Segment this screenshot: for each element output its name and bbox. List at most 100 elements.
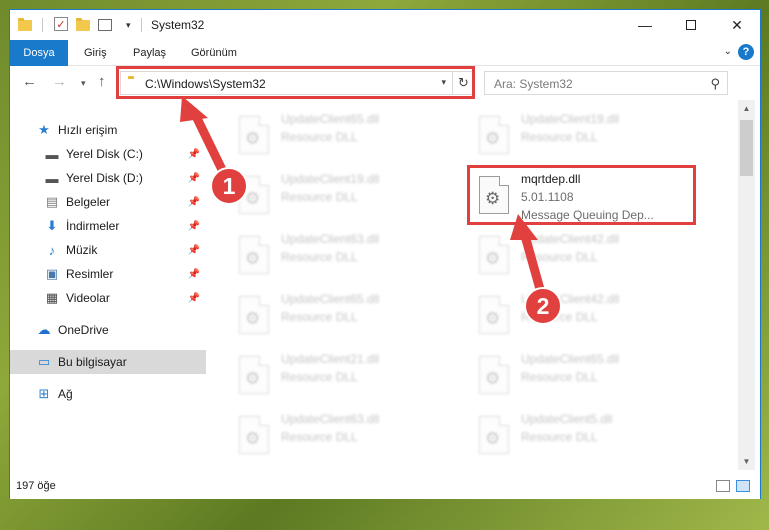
file-type: Resource DLL <box>281 370 358 384</box>
expand-ribbon-icon[interactable]: ⌄ <box>724 46 732 57</box>
sidebar-item-pictures[interactable]: ▣ Resimler 📌 <box>10 262 206 286</box>
status-bar: 197 öğe <box>10 472 760 499</box>
pin-icon[interactable]: 📌 <box>188 221 200 232</box>
file-item[interactable]: ⚙ UpdateClient19.dll Resource DLL <box>471 108 691 164</box>
file-item[interactable]: ⚙ UpdateClient65.dll Resource DLL <box>231 288 451 344</box>
dll-file-icon: ⚙ <box>233 296 273 340</box>
dll-file-icon: ⚙ <box>473 296 513 340</box>
sidebar-item-documents[interactable]: ▤ Belgeler 📌 <box>10 190 206 214</box>
sidebar-item-music[interactable]: ♪ Müzik 📌 <box>10 238 206 262</box>
file-name: UpdateClient19.dll <box>281 172 380 186</box>
sidebar-item-label: Ağ <box>58 387 73 401</box>
file-item[interactable]: ⚙ UpdateClient63.dll Resource DLL <box>231 228 451 284</box>
download-icon: ⬇ <box>46 218 58 233</box>
sidebar-item-downloads[interactable]: ⬇ İndirmeler 📌 <box>10 214 206 238</box>
pin-icon[interactable]: 📌 <box>188 269 200 280</box>
sidebar-item-videos[interactable]: ▦ Videolar 📌 <box>10 286 206 310</box>
properties-icon[interactable] <box>98 19 112 31</box>
pin-icon[interactable]: 📌 <box>188 293 200 304</box>
file-name: UpdateClient65.dll <box>521 352 620 366</box>
window-title: System32 <box>151 18 205 32</box>
search-input[interactable]: Ara: System32 ⚲ <box>484 71 728 95</box>
item-count: 197 öğe <box>16 480 56 492</box>
close-button[interactable]: ✕ <box>714 10 760 40</box>
recent-locations-icon[interactable]: ▾ <box>81 78 86 89</box>
file-item[interactable]: ⚙ UpdateClient21.dll Resource DLL <box>231 348 451 404</box>
sidebar-item-local-disk-d[interactable]: ▬ Yerel Disk (D:) 📌 <box>10 166 206 190</box>
customize-toolbar-icon[interactable]: ▾ <box>126 17 131 33</box>
scroll-up-icon[interactable]: ▲ <box>738 100 755 117</box>
help-icon[interactable]: ? <box>738 44 754 60</box>
file-description: Message Queuing Dep... <box>521 208 654 222</box>
new-folder-icon[interactable] <box>76 17 90 33</box>
document-icon: ▤ <box>45 194 59 209</box>
file-name: UpdateClient21.dll <box>281 352 380 366</box>
file-list: ⚙ UpdateClient65.dll Resource DLL ⚙ Upda… <box>207 100 737 470</box>
dll-file-icon: ⚙ <box>233 236 273 280</box>
file-type: Resource DLL <box>521 130 598 144</box>
scroll-thumb[interactable] <box>740 120 753 176</box>
dll-file-icon: ⚙ <box>473 116 513 160</box>
file-item[interactable]: ⚙ UpdateClient19.dll Resource DLL <box>231 168 451 224</box>
divider <box>141 18 142 32</box>
file-type: Resource DLL <box>521 250 598 264</box>
search-placeholder: Ara: System32 <box>494 77 573 91</box>
tiles-view-icon[interactable] <box>736 480 750 492</box>
pin-icon[interactable]: 📌 <box>188 149 200 160</box>
pin-icon[interactable]: 📌 <box>188 245 200 256</box>
sidebar-item-onedrive[interactable]: ☁ OneDrive <box>10 318 206 342</box>
cloud-icon: ☁ <box>37 322 51 337</box>
pin-icon[interactable]: 📌 <box>188 173 200 184</box>
file-item[interactable]: ⚙ UpdateClient65.dll Resource DLL <box>471 348 691 404</box>
file-item[interactable]: ⚙ UpdateClient42.dll Resource DLL <box>471 288 691 344</box>
search-icon[interactable]: ⚲ <box>710 76 720 92</box>
properties-check-icon[interactable]: ✓ <box>54 17 68 31</box>
picture-icon: ▣ <box>45 266 59 281</box>
explorer-window: ✓ ▾ System32 — ✕ Dosya Giriş Paylaş Görü… <box>9 9 761 499</box>
sidebar-item-label: İndirmeler <box>66 219 120 233</box>
file-item[interactable]: ⚙ UpdateClient65.dll Resource DLL <box>231 108 451 164</box>
file-name: UpdateClient63.dll <box>281 232 380 246</box>
scroll-down-icon[interactable]: ▼ <box>738 453 755 470</box>
file-type: Resource DLL <box>521 370 598 384</box>
tab-view[interactable]: Görünüm <box>181 40 247 66</box>
forward-arrow-icon[interactable]: → <box>52 73 67 90</box>
address-dropdown-icon[interactable]: ▾ <box>441 77 446 88</box>
file-type: Resource DLL <box>281 430 358 444</box>
dll-file-icon: ⚙ <box>233 356 273 400</box>
sidebar-item-quick-access[interactable]: ★ Hızlı erişim <box>10 118 206 142</box>
sidebar-item-label: Yerel Disk (C:) <box>66 147 143 161</box>
dll-file-icon: ⚙ <box>473 416 513 460</box>
file-item[interactable]: ⚙ UpdateClient63.dll Resource DLL <box>231 408 451 464</box>
address-path[interactable]: C:\Windows\System32 <box>145 77 266 91</box>
tab-home[interactable]: Giriş <box>74 40 117 66</box>
divider <box>42 18 43 32</box>
sidebar-item-label: Müzik <box>66 243 98 257</box>
maximize-button[interactable] <box>668 10 714 40</box>
file-item[interactable]: ⚙ UpdateClient42.dll Resource DLL <box>471 228 691 284</box>
back-arrow-icon[interactable]: ← <box>22 73 37 90</box>
sidebar-item-label: Bu bilgisayar <box>58 355 127 369</box>
up-arrow-icon[interactable]: ↑ <box>98 73 106 90</box>
file-item[interactable]: ⚙ UpdateClient5.dll Resource DLL <box>471 408 691 464</box>
sidebar-item-this-pc[interactable]: ▭ Bu bilgisayar <box>10 350 206 374</box>
refresh-icon[interactable]: ↻ <box>452 72 474 94</box>
address-bar[interactable]: C:\Windows\System32 ▾ ↻ <box>120 71 475 95</box>
sidebar-item-local-disk-c[interactable]: ▬ Yerel Disk (C:) 📌 <box>10 142 206 166</box>
file-type: Resource DLL <box>281 250 358 264</box>
pin-icon[interactable]: 📌 <box>188 197 200 208</box>
tab-share[interactable]: Paylaş <box>123 40 176 66</box>
dll-file-icon: ⚙ <box>233 116 273 160</box>
dll-file-icon: ⚙ <box>473 176 513 220</box>
details-view-icon[interactable] <box>716 480 730 492</box>
navigation-pane: ★ Hızlı erişim ▬ Yerel Disk (C:) 📌 ▬ Yer… <box>10 100 206 470</box>
sidebar-item-network[interactable]: ⊞ Ağ <box>10 382 206 406</box>
sidebar-item-label: Yerel Disk (D:) <box>66 171 143 185</box>
file-item-mqrtdep[interactable]: ⚙ mqrtdep.dll 5.01.1108 Message Queuing … <box>471 168 691 224</box>
network-icon: ⊞ <box>38 386 50 401</box>
tab-file[interactable]: Dosya <box>10 40 68 66</box>
drive-icon: ▬ <box>45 170 59 186</box>
vertical-scrollbar[interactable]: ▲ ▼ <box>738 100 755 470</box>
dll-file-icon: ⚙ <box>233 416 273 460</box>
minimize-button[interactable]: — <box>622 10 668 40</box>
